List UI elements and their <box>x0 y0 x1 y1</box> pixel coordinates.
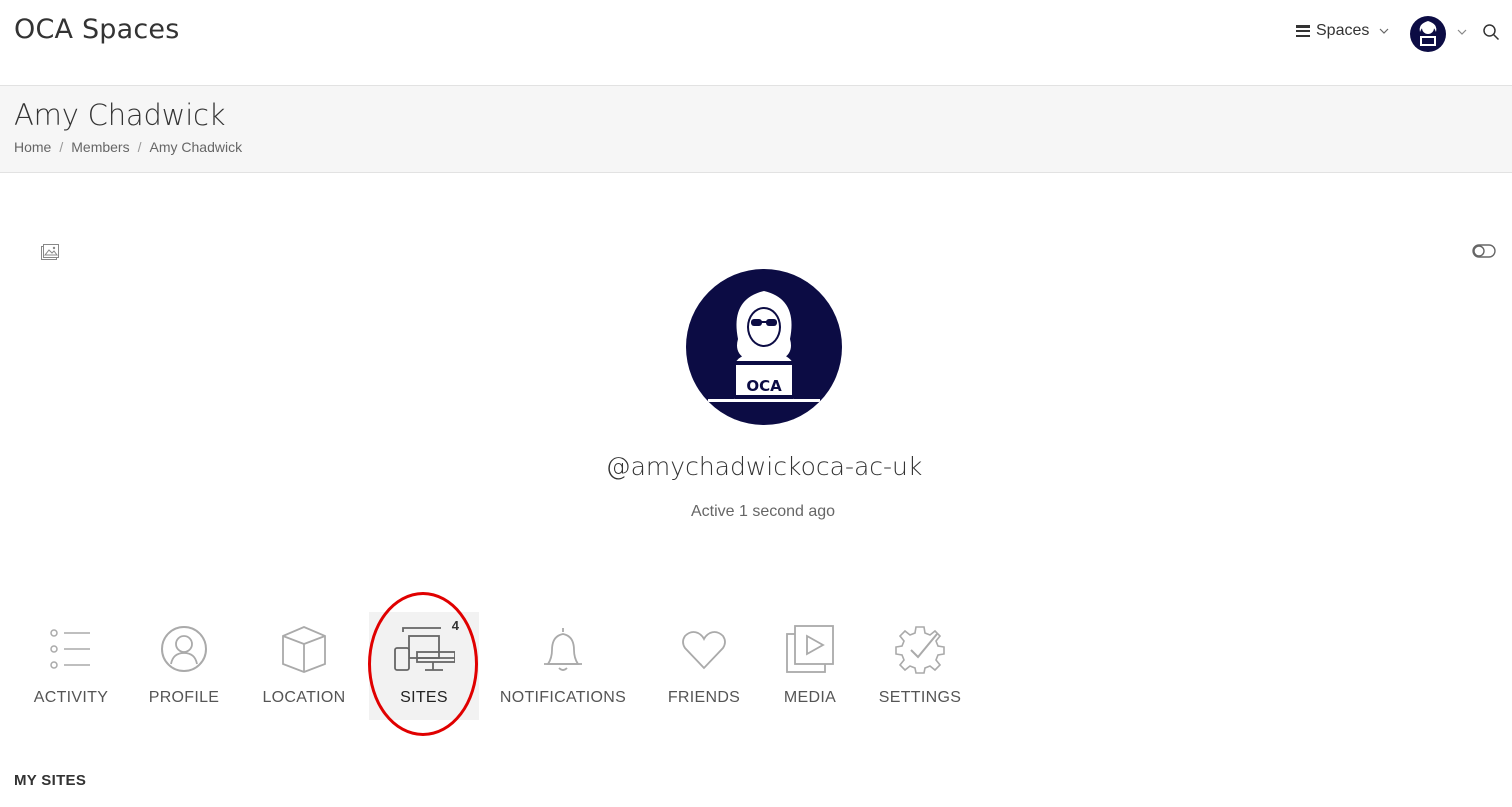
user-icon <box>161 626 207 672</box>
avatar-illustration-icon <box>1419 21 1437 46</box>
heart-icon <box>682 631 726 670</box>
breadcrumb-separator: / <box>59 139 64 155</box>
user-menu-chevron-icon[interactable] <box>1456 26 1468 38</box>
top-header: OCA Spaces Spaces <box>0 0 1512 86</box>
tab-location[interactable]: LOCATION <box>250 612 358 720</box>
tab-label: MEDIA <box>783 689 837 706</box>
tab-friends[interactable]: FRIENDS <box>660 612 748 720</box>
media-icon <box>786 625 834 673</box>
bell-icon <box>544 628 582 671</box>
toggle-icon[interactable] <box>1472 243 1496 259</box>
site-title[interactable]: OCA Spaces <box>14 14 180 45</box>
sites-count-badge: 4 <box>451 618 459 633</box>
breadcrumb-current: Amy Chadwick <box>149 139 243 155</box>
tab-profile[interactable]: PROFILE <box>138 612 230 720</box>
tab-sites[interactable]: 4 SITES <box>369 612 479 720</box>
gear-icon <box>895 626 945 674</box>
list-icon <box>50 629 90 669</box>
tab-label: SETTINGS <box>878 689 962 706</box>
profile-username: @amychadwickoca-ac-uk <box>605 452 923 481</box>
menu-icon <box>1296 25 1310 38</box>
tab-settings[interactable]: SETTINGS <box>872 612 968 720</box>
tab-label: FRIENDS <box>667 689 741 706</box>
chevron-down-icon <box>1379 28 1389 34</box>
page-title-band: Amy Chadwick Home / Members / Amy Chadwi… <box>0 86 1512 173</box>
change-cover-image-icon[interactable] <box>40 243 60 263</box>
spaces-menu-button[interactable]: Spaces <box>1296 22 1389 40</box>
breadcrumb-separator: / <box>137 139 142 155</box>
tab-label: LOCATION <box>262 689 346 706</box>
page-title: Amy Chadwick <box>14 98 226 132</box>
breadcrumb: Home / Members / Amy Chadwick <box>14 139 242 155</box>
section-title: MY SITES <box>14 772 87 789</box>
activity-status: Active 1 second ago <box>690 503 836 520</box>
breadcrumb-home-link[interactable]: Home <box>14 139 51 155</box>
spaces-menu-label: Spaces <box>1316 22 1370 39</box>
profile-avatar[interactable]: OCA <box>686 269 842 425</box>
user-avatar[interactable] <box>1410 16 1446 52</box>
devices-icon <box>394 627 455 671</box>
svg-text:OCA: OCA <box>746 377 782 395</box>
cube-icon <box>282 626 326 673</box>
tab-media[interactable]: MEDIA <box>774 612 846 720</box>
avatar-illustration-icon: OCA <box>708 291 820 402</box>
tab-notifications[interactable]: NOTIFICATIONS <box>496 612 630 720</box>
tab-label: SITES <box>400 689 448 706</box>
tab-label: NOTIFICATIONS <box>499 689 627 706</box>
search-icon[interactable] <box>1482 23 1500 41</box>
tab-label: ACTIVITY <box>33 689 109 706</box>
breadcrumb-members-link[interactable]: Members <box>71 139 129 155</box>
tab-activity[interactable]: ACTIVITY <box>22 612 120 720</box>
tab-label: PROFILE <box>148 689 220 706</box>
